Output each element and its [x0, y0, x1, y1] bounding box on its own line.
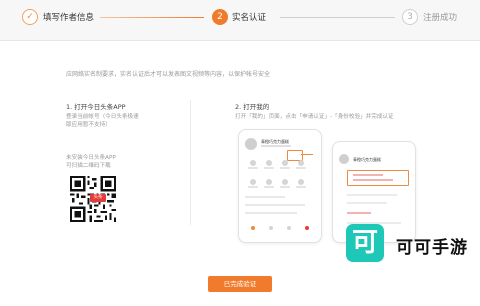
- step-3-label: 注册成功: [423, 13, 458, 23]
- step-3-number: 3: [402, 9, 418, 25]
- avatar: [339, 154, 349, 164]
- qr-hint-line-2: 可扫描二维码下载: [66, 163, 111, 169]
- step-2-number: 2: [212, 9, 228, 25]
- step-2-label: 实名认证: [232, 13, 267, 23]
- phone-verify-name: 青橙巧克力蛋糕: [353, 157, 381, 162]
- left-desc-line-2: 版应用暂不支持）: [66, 122, 111, 128]
- column-divider: [190, 100, 191, 225]
- step-bar: ✓ 填写作者信息 2 实名认证 3 注册成功: [0, 0, 480, 41]
- left-section-desc: 登录当前帐号（今日头条极速 版应用暂不支持）: [66, 113, 139, 129]
- qr-hint: 未安装今日头条APP 可扫描二维码下载: [66, 154, 116, 170]
- watermark: 可 可可手游: [346, 224, 476, 264]
- step-connector-1: [100, 17, 204, 18]
- watermark-text: 可可手游: [396, 238, 468, 258]
- check-icon: ✓: [22, 9, 38, 25]
- highlight-box: [347, 170, 409, 186]
- phone-mockup-profile: 青橙巧克力蛋糕: [238, 129, 322, 243]
- step-1-label: 填写作者信息: [43, 13, 95, 23]
- step-connector-2: [280, 17, 395, 18]
- left-section-title: 1. 打开今日头条APP: [66, 103, 126, 111]
- qr-hint-line-1: 未安装今日头条APP: [66, 155, 116, 161]
- left-desc-line-1: 登录当前帐号（今日头条极速: [66, 114, 139, 120]
- watermark-logo: 可: [346, 224, 384, 262]
- verification-done-button[interactable]: 已完成验证: [208, 276, 272, 292]
- avatar: [245, 138, 257, 150]
- right-section-title: 2. 打开我的: [235, 103, 270, 111]
- phone-menu-grid: [245, 160, 315, 198]
- qr-badge-logo: 头条: [90, 194, 106, 202]
- right-section-desc: 打开「我的」页面，点击「申请认证」-「身份校验」并完成认证: [235, 114, 394, 120]
- intro-text: 应网络实名制要求，实名认证后才可以发表图文视频等内容，以保护帐号安全: [66, 71, 271, 78]
